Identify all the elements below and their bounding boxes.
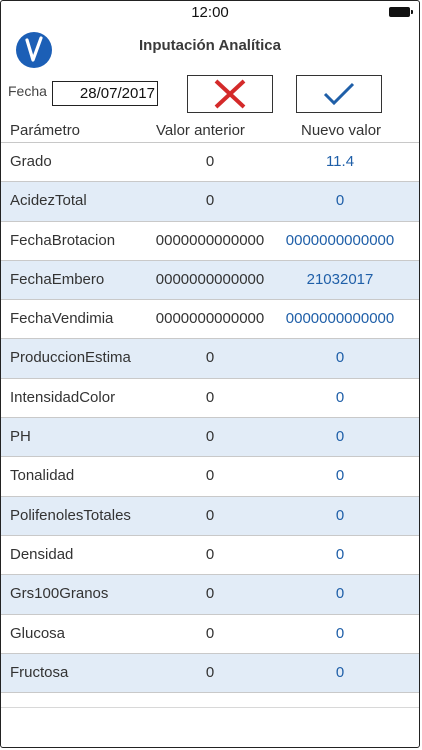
old-value: 0000000000000 bbox=[155, 270, 265, 288]
new-value[interactable]: 0 bbox=[277, 192, 403, 209]
table-row[interactable]: Grs100Granos 0 0 bbox=[1, 575, 419, 615]
date-toolbar: Fecha bbox=[1, 73, 419, 115]
param-name: AcidezTotal bbox=[10, 192, 87, 210]
new-value[interactable]: 0 bbox=[277, 625, 403, 642]
old-value: 0 bbox=[205, 467, 215, 485]
new-value[interactable]: 0 bbox=[277, 349, 403, 366]
date-label: Fecha bbox=[8, 83, 47, 99]
param-name: ProduccionEstima bbox=[10, 349, 131, 367]
column-header-old-value: Valor anterior bbox=[156, 122, 245, 139]
status-bar: 12:00 bbox=[1, 1, 419, 25]
app-frame: 12:00 Inputación Analítica Fecha Parámet… bbox=[0, 0, 420, 748]
new-value[interactable]: 0 bbox=[277, 428, 403, 445]
old-value: 0 bbox=[205, 663, 215, 681]
table-row[interactable]: Grado 0 11.4 bbox=[1, 143, 419, 183]
param-name: Glucosa bbox=[10, 624, 66, 642]
new-value[interactable]: 0000000000000 bbox=[277, 232, 403, 249]
old-value: 0 bbox=[205, 585, 215, 603]
column-header-new-value: Nuevo valor bbox=[301, 122, 382, 139]
battery-icon bbox=[389, 7, 413, 17]
table-row[interactable]: FechaVendimia 0000000000000 000000000000… bbox=[1, 300, 419, 340]
table-row[interactable]: ProduccionEstima 0 0 bbox=[1, 339, 419, 379]
new-value[interactable]: 0000000000000 bbox=[277, 310, 403, 327]
new-value[interactable]: 0 bbox=[277, 389, 403, 406]
old-value: 0000000000000 bbox=[155, 231, 265, 249]
close-x-icon bbox=[214, 79, 246, 109]
table-header: Parámetro Valor anterior Nuevo valor bbox=[1, 119, 419, 143]
old-value: 0 bbox=[205, 428, 215, 446]
new-value[interactable]: 0 bbox=[277, 467, 403, 484]
new-value[interactable]: 0 bbox=[277, 546, 403, 563]
table-row[interactable]: PH 0 0 bbox=[1, 418, 419, 458]
column-header-param: Parámetro bbox=[10, 122, 81, 139]
old-value: 0 bbox=[205, 545, 215, 563]
analytics-table: Grado 0 11.4 AcidezTotal 0 0 FechaBrotac… bbox=[1, 143, 419, 694]
status-time: 12:00 bbox=[191, 4, 229, 21]
app-header: Inputación Analítica bbox=[1, 27, 419, 68]
table-row[interactable]: FechaEmbero 0000000000000 21032017 bbox=[1, 260, 419, 301]
param-name: FechaBrotacion bbox=[10, 231, 116, 249]
param-name: PH bbox=[10, 428, 31, 446]
param-name: IntensidadColor bbox=[10, 388, 116, 406]
table-row[interactable]: Densidad 0 0 bbox=[1, 536, 419, 576]
param-name: FechaEmbero bbox=[10, 270, 105, 288]
date-field[interactable] bbox=[52, 81, 158, 106]
old-value: 0 bbox=[205, 192, 215, 210]
table-row[interactable]: FechaBrotacion 0000000000000 00000000000… bbox=[1, 222, 419, 261]
param-name: FechaVendimia bbox=[10, 310, 114, 328]
old-value: 0 bbox=[205, 624, 215, 642]
param-name: Grado bbox=[10, 153, 52, 170]
accept-button[interactable] bbox=[296, 75, 382, 113]
checkmark-icon bbox=[323, 82, 355, 106]
table-row[interactable]: Tonalidad 0 0 bbox=[1, 457, 419, 497]
old-value: 0 bbox=[205, 506, 215, 524]
new-value[interactable]: 21032017 bbox=[277, 271, 403, 288]
old-value: 0 bbox=[205, 388, 215, 406]
new-value[interactable]: 0 bbox=[277, 585, 403, 602]
old-value: 0 bbox=[205, 153, 215, 170]
table-row[interactable]: IntensidadColor 0 0 bbox=[1, 379, 419, 419]
param-name: Tonalidad bbox=[10, 467, 75, 485]
old-value: 0 bbox=[205, 349, 215, 367]
new-value[interactable]: 0 bbox=[277, 664, 403, 681]
new-value[interactable]: 0 bbox=[277, 507, 403, 524]
table-row[interactable]: AcidezTotal 0 0 bbox=[1, 182, 419, 222]
table-row[interactable]: Fructosa 0 0 bbox=[1, 653, 419, 694]
page-title: Inputación Analítica bbox=[139, 37, 281, 54]
old-value: 0000000000000 bbox=[155, 310, 265, 328]
param-name: Grs100Granos bbox=[10, 585, 109, 603]
table-row[interactable]: Glucosa 0 0 bbox=[1, 615, 419, 654]
param-name: PolifenolesTotales bbox=[10, 506, 131, 524]
param-name: Densidad bbox=[10, 545, 74, 563]
new-value[interactable]: 11.4 bbox=[277, 153, 403, 170]
table-row[interactable]: PolifenolesTotales 0 0 bbox=[1, 496, 419, 536]
divider bbox=[1, 707, 419, 708]
param-name: Fructosa bbox=[10, 663, 69, 681]
cancel-button[interactable] bbox=[187, 75, 273, 113]
